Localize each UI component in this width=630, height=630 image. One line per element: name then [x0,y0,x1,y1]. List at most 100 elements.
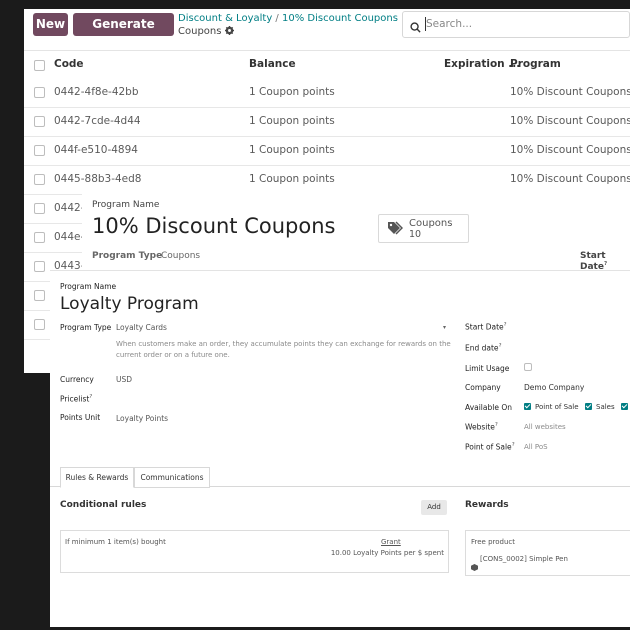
row-checkbox[interactable] [34,261,45,272]
end-date-label: End date? [465,343,501,353]
row-checkbox[interactable] [34,116,45,127]
breadcrumb: Discount & Loyalty / 10% Discount Coupon… [178,13,398,24]
start-date-label: Start Date? [580,251,630,270]
website-checkbox[interactable] [621,403,628,410]
coupon-code: 0445-88b3-4ed8 [54,173,142,185]
tab-rules-rewards[interactable]: Rules & Rewards [60,467,134,488]
coupons-button-label: Coupons [409,218,453,229]
generate-coupons-button[interactable]: Generate Coupons [73,13,174,54]
rule-condition: If minimum 1 item(s) bought [65,538,166,546]
point-of-sale-value[interactable]: All PoS [524,443,548,451]
search-input[interactable]: Search... [402,11,630,38]
program-type-label: Program Type [92,251,163,261]
coupon-balance: 1 Coupon points [249,173,335,185]
gear-icon[interactable] [224,26,234,38]
program-name-label: Program Name [60,282,117,291]
help-tooltip-icon[interactable]: ? [89,394,92,400]
row-checkbox[interactable] [34,174,45,185]
row-checkbox[interactable] [34,232,45,243]
program-type-label: Program Type [60,323,112,332]
tab-communications[interactable]: Communications [134,467,210,488]
point-of-sale-label: Point of Sale? [465,442,515,452]
end-date-field[interactable] [524,343,624,353]
column-program[interactable]: Program [510,58,561,70]
table-row[interactable]: 044f-e510-4894 1 Coupon points 10% Disco… [24,137,630,166]
pricelist-field[interactable] [116,394,416,404]
program-name-value[interactable]: Loyalty Program [60,294,199,314]
conditional-rules-title: Conditional rules [60,500,147,510]
coupon-code: 0442- [54,202,85,214]
available-on-label: Available On [465,403,512,412]
page-title: Coupons [178,26,234,38]
program-type-value[interactable]: Coupons [161,251,200,261]
control-panel: New Generate Coupons Discount & Loyalty … [24,9,630,54]
program-type-select[interactable]: Loyalty Cards [116,323,167,332]
reward-product: [CONS_0002] Simple Pen [480,555,568,563]
row-checkbox[interactable] [34,87,45,98]
coupons-smart-button[interactable]: Coupons 10 [378,214,469,243]
rewards-title: Rewards [465,500,509,510]
breadcrumb-discount-loyalty[interactable]: Discount & Loyalty [178,13,272,24]
program-name-value[interactable]: 10% Discount Coupons [92,214,335,238]
coupon-code: 0442-7cde-4d44 [54,115,141,127]
column-balance[interactable]: Balance [249,58,296,70]
search-placeholder: Search... [426,18,473,30]
row-checkbox[interactable] [34,145,45,156]
start-date-label-text: Start Date [580,251,606,270]
coupon-program: 10% Discount Coupons [510,173,630,185]
table-row[interactable]: 0442-4f8e-42bb 1 Coupon points 10% Disco… [24,79,630,108]
start-date-label: Start Date? [465,322,507,332]
coupon-balance: 1 Coupon points [249,115,335,127]
page-title-text: Coupons [178,26,222,37]
help-tooltip-icon[interactable]: ? [504,322,507,328]
coupon-code: 044f-e510-4894 [54,144,138,156]
start-date-field[interactable] [524,322,624,332]
help-tooltip-icon[interactable]: ? [495,422,498,428]
row-checkbox[interactable] [34,203,45,214]
limit-usage-label: Limit Usage [465,364,510,373]
coupons-button-count: 10 [409,229,422,240]
reward-type: Free product [471,538,516,546]
coupon-program: 10% Discount Coupons [510,86,630,98]
points-unit-value[interactable]: Loyalty Points [116,414,168,423]
pricelist-label-text: Pricelist [60,394,90,404]
breadcrumb-program[interactable]: 10% Discount Coupons [282,13,398,24]
company-value[interactable]: Demo Company [524,383,584,392]
program-name-label: Program Name [92,200,160,210]
breadcrumb-separator: / [275,13,279,24]
company-label: Company [465,383,501,392]
website-value[interactable]: All websites [524,423,566,431]
column-expiration[interactable]: Expiration ... [444,58,520,70]
coupon-code: 044e- [54,231,85,243]
new-button[interactable]: New [33,13,68,36]
program-type-help-1: When customers make an order, they accum… [116,340,451,348]
help-tooltip-icon[interactable]: ? [604,261,607,267]
reward-card[interactable]: Free product [CONS_0002] Simple Pen [465,530,630,576]
tags-icon [387,220,404,239]
currency-label: Currency [60,375,94,384]
point-of-sale-label-text: Point of Sale [465,442,512,452]
column-code[interactable]: Code [54,58,84,70]
help-tooltip-icon[interactable]: ? [512,442,515,448]
row-checkbox[interactable] [34,290,45,301]
rule-grant-label: Grant [381,538,401,546]
limit-usage-checkbox[interactable] [524,363,532,371]
help-tooltip-icon[interactable]: ? [499,343,502,349]
sales-checkbox[interactable] [585,403,592,410]
points-unit-label: Points Unit [60,413,101,422]
select-all-checkbox[interactable] [34,60,45,71]
currency-value[interactable]: USD [116,375,132,384]
rule-card[interactable]: If minimum 1 item(s) bought Grant 10.00 … [60,530,449,573]
end-date-label-text: End date [465,343,499,353]
program-type-help-2: current order or on a future one. [116,351,230,359]
cube-icon [471,556,478,575]
caret-down-icon[interactable]: ▾ [443,324,446,331]
add-rule-button[interactable]: Add [421,500,447,515]
row-checkbox[interactable] [34,319,45,330]
table-row[interactable]: 0442-7cde-4d44 1 Coupon points 10% Disco… [24,108,630,137]
point-of-sale-option[interactable]: Point of Sale [535,403,579,411]
rule-grant-value: 10.00 Loyalty Points per $ spent [330,549,444,557]
sales-option[interactable]: Sales [596,403,615,411]
point-of-sale-checkbox[interactable] [524,403,531,410]
coupon-balance: 1 Coupon points [249,144,335,156]
